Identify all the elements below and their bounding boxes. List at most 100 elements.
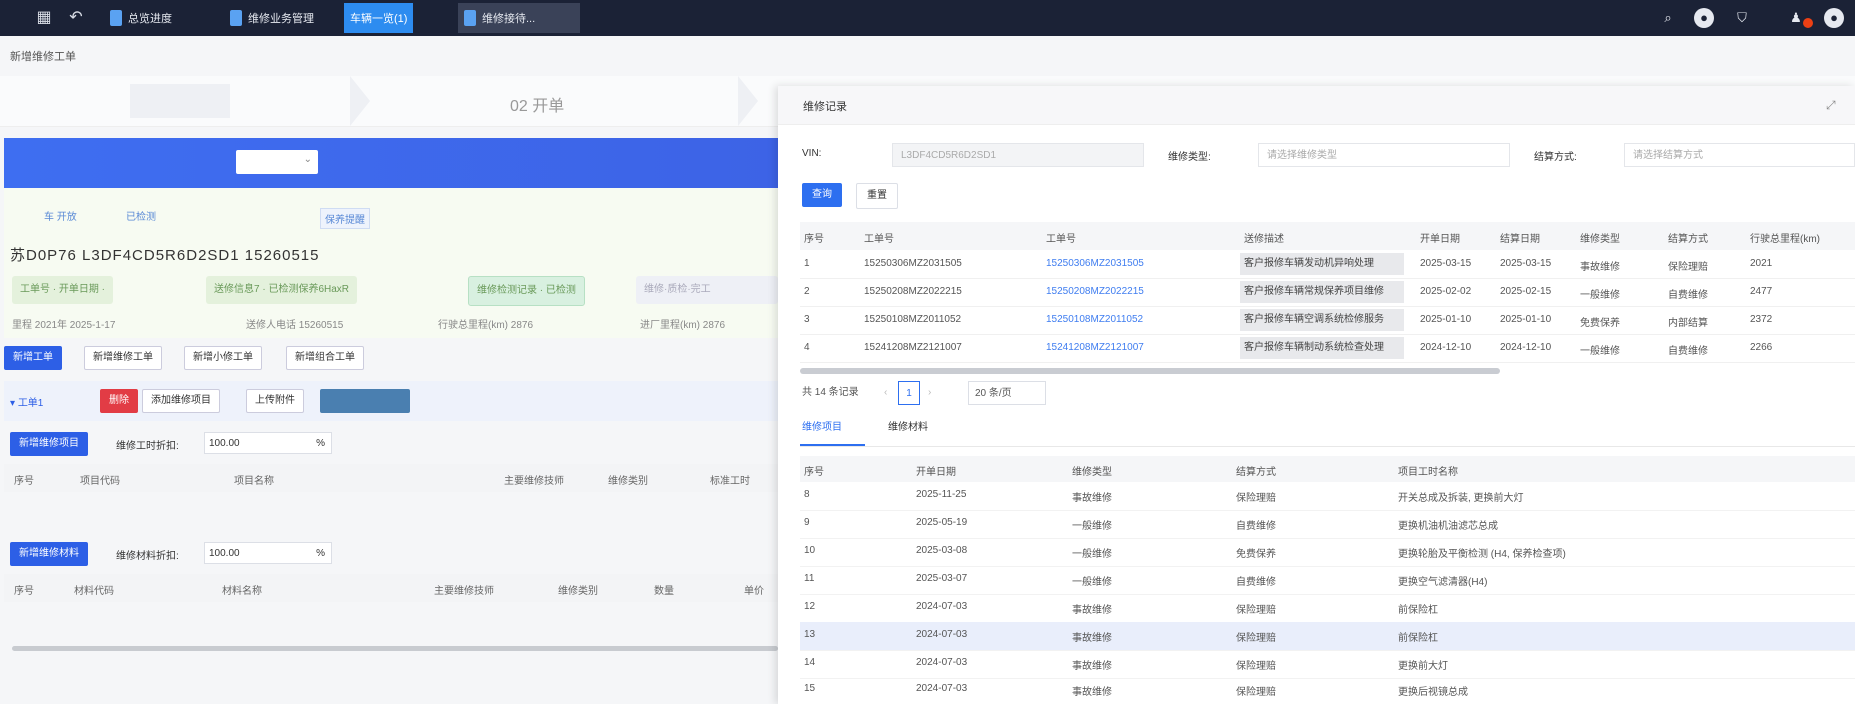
table-row[interactable]: 15 2024-07-03 事故维修 保险理赔 更换后视镜总成	[800, 676, 1855, 704]
workorder-link[interactable]: 15250108MZ2011052	[1046, 314, 1143, 325]
table-row[interactable]: 8 2025-11-25 事故维修 保险理赔 开关总成及拆装, 更换前大灯	[800, 482, 1855, 511]
info-text: 送修人电话 15260515	[246, 320, 344, 331]
table-row[interactable]: 11 2025-03-07 一般维修 自费维修 更换空气滤清器(H4)	[800, 566, 1855, 595]
table-row[interactable]: 13 2024-07-03 事故维修 保险理赔 前保险杠	[800, 622, 1855, 651]
column-header: 材料代码	[74, 586, 114, 597]
vin-input[interactable]: L3DF4CD5R6D2SD1	[892, 143, 1144, 167]
discount-value: 100.00	[209, 548, 240, 559]
tab-repair-management[interactable]: 维修业务管理	[224, 3, 320, 33]
table-cell: 15	[804, 683, 816, 694]
column-header: 序号	[14, 476, 34, 487]
expand-icon[interactable]: ⤢	[1826, 98, 1836, 113]
repair-type-select[interactable]: 请选择维修类型	[1258, 143, 1510, 167]
new-minor-order-button[interactable]: 新增小修工单	[184, 346, 262, 370]
table-cell: 2477	[1750, 286, 1773, 297]
back-icon[interactable]: ↶	[66, 8, 86, 28]
tab-label: 维修接待...	[482, 13, 536, 25]
table-row[interactable]: 1 15250306MZ2031505 15250306MZ2031505 客户…	[800, 250, 1855, 279]
percent-unit: %	[316, 548, 325, 559]
column-header: 项目代码	[80, 476, 120, 487]
prev-page-icon[interactable]: ‹	[884, 381, 887, 405]
workorder-link[interactable]: 15250306MZ2031505	[1046, 258, 1144, 269]
table-row[interactable]: 9 2025-05-19 一般维修 自费维修 更换机油机油滤芯总成	[800, 510, 1855, 539]
reset-button[interactable]: 重置	[856, 183, 898, 209]
upload-button[interactable]: 上传附件	[246, 389, 304, 413]
breadcrumb: 新增维修工单	[10, 51, 76, 63]
search-icon[interactable]: ⌕	[1658, 8, 1678, 28]
column-header: 结算方式	[1668, 234, 1708, 245]
account-icon[interactable]: ●	[1824, 8, 1844, 28]
table-cell: 3	[804, 314, 810, 325]
table-cell: 2025-03-15	[1500, 258, 1552, 269]
table-cell: 2025-11-25	[916, 489, 967, 500]
column-header: 项目工时名称	[1398, 467, 1458, 478]
table-row[interactable]: 3 15250108MZ2011052 15250108MZ2011052 客户…	[800, 306, 1855, 335]
horizontal-scrollbar[interactable]	[12, 646, 778, 651]
page-size-select[interactable]: 20 条/页	[968, 381, 1046, 405]
table-cell: 开关总成及拆装, 更换前大灯	[1398, 493, 1524, 504]
tab-label: 车辆一览(1)	[350, 13, 408, 25]
table-cell: 12	[804, 601, 816, 612]
user-circle-icon[interactable]: ●	[1694, 8, 1714, 28]
active-tab-indicator	[800, 444, 865, 446]
labor-discount-input[interactable]: 100.00%	[204, 432, 332, 454]
workorder-title[interactable]: ▾ 工单1	[10, 394, 43, 409]
delete-button[interactable]: 删除	[100, 389, 138, 413]
labor-discount-label: 维修工时折扣:	[116, 441, 179, 452]
grid-icon[interactable]: ▦	[34, 8, 54, 28]
shield-icon[interactable]: ⛉	[1732, 8, 1752, 28]
new-workorder-button[interactable]: 新增工单	[4, 346, 62, 370]
document-icon	[464, 10, 476, 26]
table-cell: 一般维修	[1580, 346, 1620, 357]
chevron-down-icon: ⌄	[303, 154, 312, 165]
table-cell: 客户报修车辆发动机异响处理	[1240, 253, 1404, 275]
new-repair-order-button[interactable]: 新增维修工单	[84, 346, 162, 370]
table-cell: 保险理赔	[1236, 633, 1276, 644]
table-cell: 2025-03-07	[916, 573, 968, 584]
info-chip[interactable]: 维修检测记录 · 已检测	[468, 276, 585, 306]
tab-overview[interactable]: 总览进度	[104, 3, 178, 33]
table-row[interactable]: 12 2024-07-03 事故维修 保险理赔 前保险杠	[800, 594, 1855, 623]
workorder-link[interactable]: 15241208MZ2121007	[1046, 342, 1144, 353]
tab-divider	[800, 446, 1855, 447]
step-2-label: 02 开单	[510, 98, 565, 115]
add-item-button[interactable]: 添加维修项目	[142, 389, 220, 413]
table-cell: 前保险杠	[1398, 605, 1438, 616]
table-cell: 2372	[1750, 314, 1773, 325]
table-row[interactable]: 4 15241208MZ2121007 15241208MZ2121007 客户…	[800, 334, 1855, 363]
table-cell: 保险理赔	[1236, 661, 1276, 672]
table-cell: 更换后视镜总成	[1398, 687, 1468, 698]
next-page-icon[interactable]: ›	[928, 381, 931, 405]
tab-repair-items[interactable]: 维修项目	[802, 418, 842, 433]
table-row[interactable]: 10 2025-03-08 一般维修 免费保养 更换轮胎及平衡检测 (H4, 保…	[800, 538, 1855, 567]
table-cell: 一般维修	[1072, 577, 1112, 588]
info-chip: 送修信息7 · 已检测保养6HaxR	[206, 276, 358, 304]
table-cell: 自费维修	[1236, 521, 1276, 532]
add-material-button[interactable]: 新增维修材料	[10, 542, 88, 566]
notification-badge	[1803, 18, 1813, 28]
table-cell: 9	[804, 517, 810, 528]
workorder-link[interactable]: 15250208MZ2022215	[1046, 286, 1144, 297]
tab-vehicle-list[interactable]: 车辆一览(1)	[344, 3, 414, 33]
tab-repair-materials[interactable]: 维修材料	[888, 418, 928, 433]
current-page[interactable]: 1	[898, 381, 920, 405]
search-button[interactable]: 查询	[802, 183, 842, 207]
header-select[interactable]: ⌄	[236, 150, 318, 174]
table-cell: 事故维修	[1072, 687, 1112, 698]
table-cell: 客户报修车辆制动系统检查处理	[1240, 337, 1404, 359]
tag-label: 车 开放	[44, 212, 77, 223]
extra-action-button[interactable]	[320, 389, 410, 413]
table-row[interactable]: 2 15250208MZ2022215 15250208MZ2022215 客户…	[800, 278, 1855, 307]
table-horizontal-scrollbar[interactable]	[800, 368, 1500, 374]
drawer-title: 维修记录	[803, 101, 847, 113]
info-chip: 工单号 · 开单日期 ·	[12, 276, 113, 304]
material-discount-input[interactable]: 100.00%	[204, 542, 332, 564]
settlement-select[interactable]: 请选择结算方式	[1624, 143, 1855, 167]
add-repair-item-button[interactable]: 新增维修项目	[10, 432, 88, 456]
table-cell: 2024-07-03	[916, 657, 968, 668]
tab-label: 总览进度	[128, 13, 172, 25]
table-row[interactable]: 14 2024-07-03 事故维修 保险理赔 更换前大灯	[800, 650, 1855, 679]
filter-label: 结算方式:	[1534, 152, 1577, 163]
tab-repair-reception[interactable]: 维修接待...	[458, 3, 580, 33]
new-combo-order-button[interactable]: 新增组合工单	[286, 346, 364, 370]
